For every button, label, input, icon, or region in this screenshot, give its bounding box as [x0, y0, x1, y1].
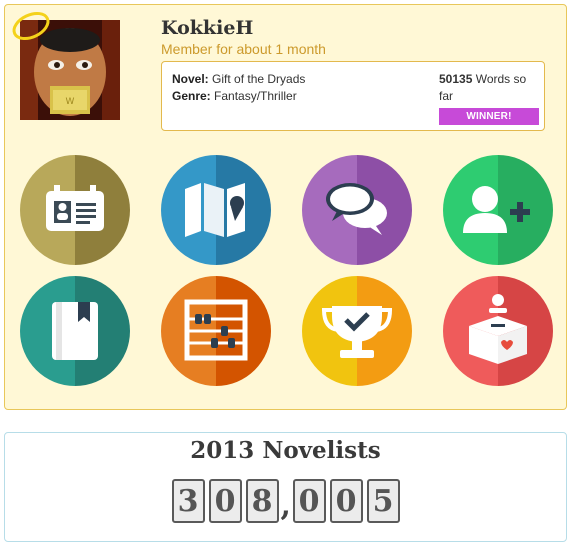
winner-badge[interactable]: WINNER! [439, 108, 539, 125]
profile-panel: W KokkieH Member for about 1 month Novel… [4, 4, 567, 410]
novel-title[interactable]: Gift of the Dryads [212, 72, 305, 86]
chat-bubbles-icon [302, 155, 412, 265]
word-count: 50135 Words so far [439, 71, 539, 105]
add-user-button[interactable] [443, 155, 553, 265]
counter-digit: 5 [366, 479, 400, 523]
genre-value: Fantasy/Thriller [214, 89, 297, 103]
donation-box-icon [443, 276, 553, 386]
chat-button[interactable] [302, 155, 412, 265]
map-button[interactable] [161, 155, 271, 265]
halo-icon [12, 11, 50, 41]
counter-digit: 3 [171, 479, 205, 523]
member-since: Member for about 1 month [161, 41, 326, 57]
id-badge-button[interactable] [20, 155, 130, 265]
stats-panel: 2013 Novelists 3 0 8 , 0 0 5 [4, 432, 567, 542]
donate-button[interactable] [443, 276, 553, 386]
add-user-icon [443, 155, 553, 265]
counter-digit: 8 [245, 479, 279, 523]
id-badge-icon [20, 155, 130, 265]
novel-label: Novel: [172, 72, 209, 86]
novel-line: Novel: Gift of the Dryads [172, 72, 305, 86]
counter-separator: , [280, 488, 291, 523]
counter-digit: 0 [208, 479, 242, 523]
book-icon [20, 276, 130, 386]
genre-line: Genre: Fantasy/Thriller [172, 89, 297, 103]
counter-digit: 0 [329, 479, 363, 523]
novelist-counter: 3 0 8 , 0 0 5 [5, 479, 566, 523]
novel-info-box: Novel: Gift of the Dryads Genre: Fantasy… [161, 61, 545, 131]
abacus-button[interactable] [161, 276, 271, 386]
genre-label: Genre: [172, 89, 211, 103]
counter-digit: 0 [292, 479, 326, 523]
abacus-icon [161, 276, 271, 386]
map-icon [161, 155, 271, 265]
word-count-value: 50135 [439, 72, 473, 86]
svg-text:W: W [66, 97, 75, 107]
stats-title: 2013 Novelists [190, 437, 381, 464]
trophy-icon [302, 276, 412, 386]
trophy-button[interactable] [302, 276, 412, 386]
username[interactable]: KokkieH [161, 17, 253, 39]
book-button[interactable] [20, 276, 130, 386]
